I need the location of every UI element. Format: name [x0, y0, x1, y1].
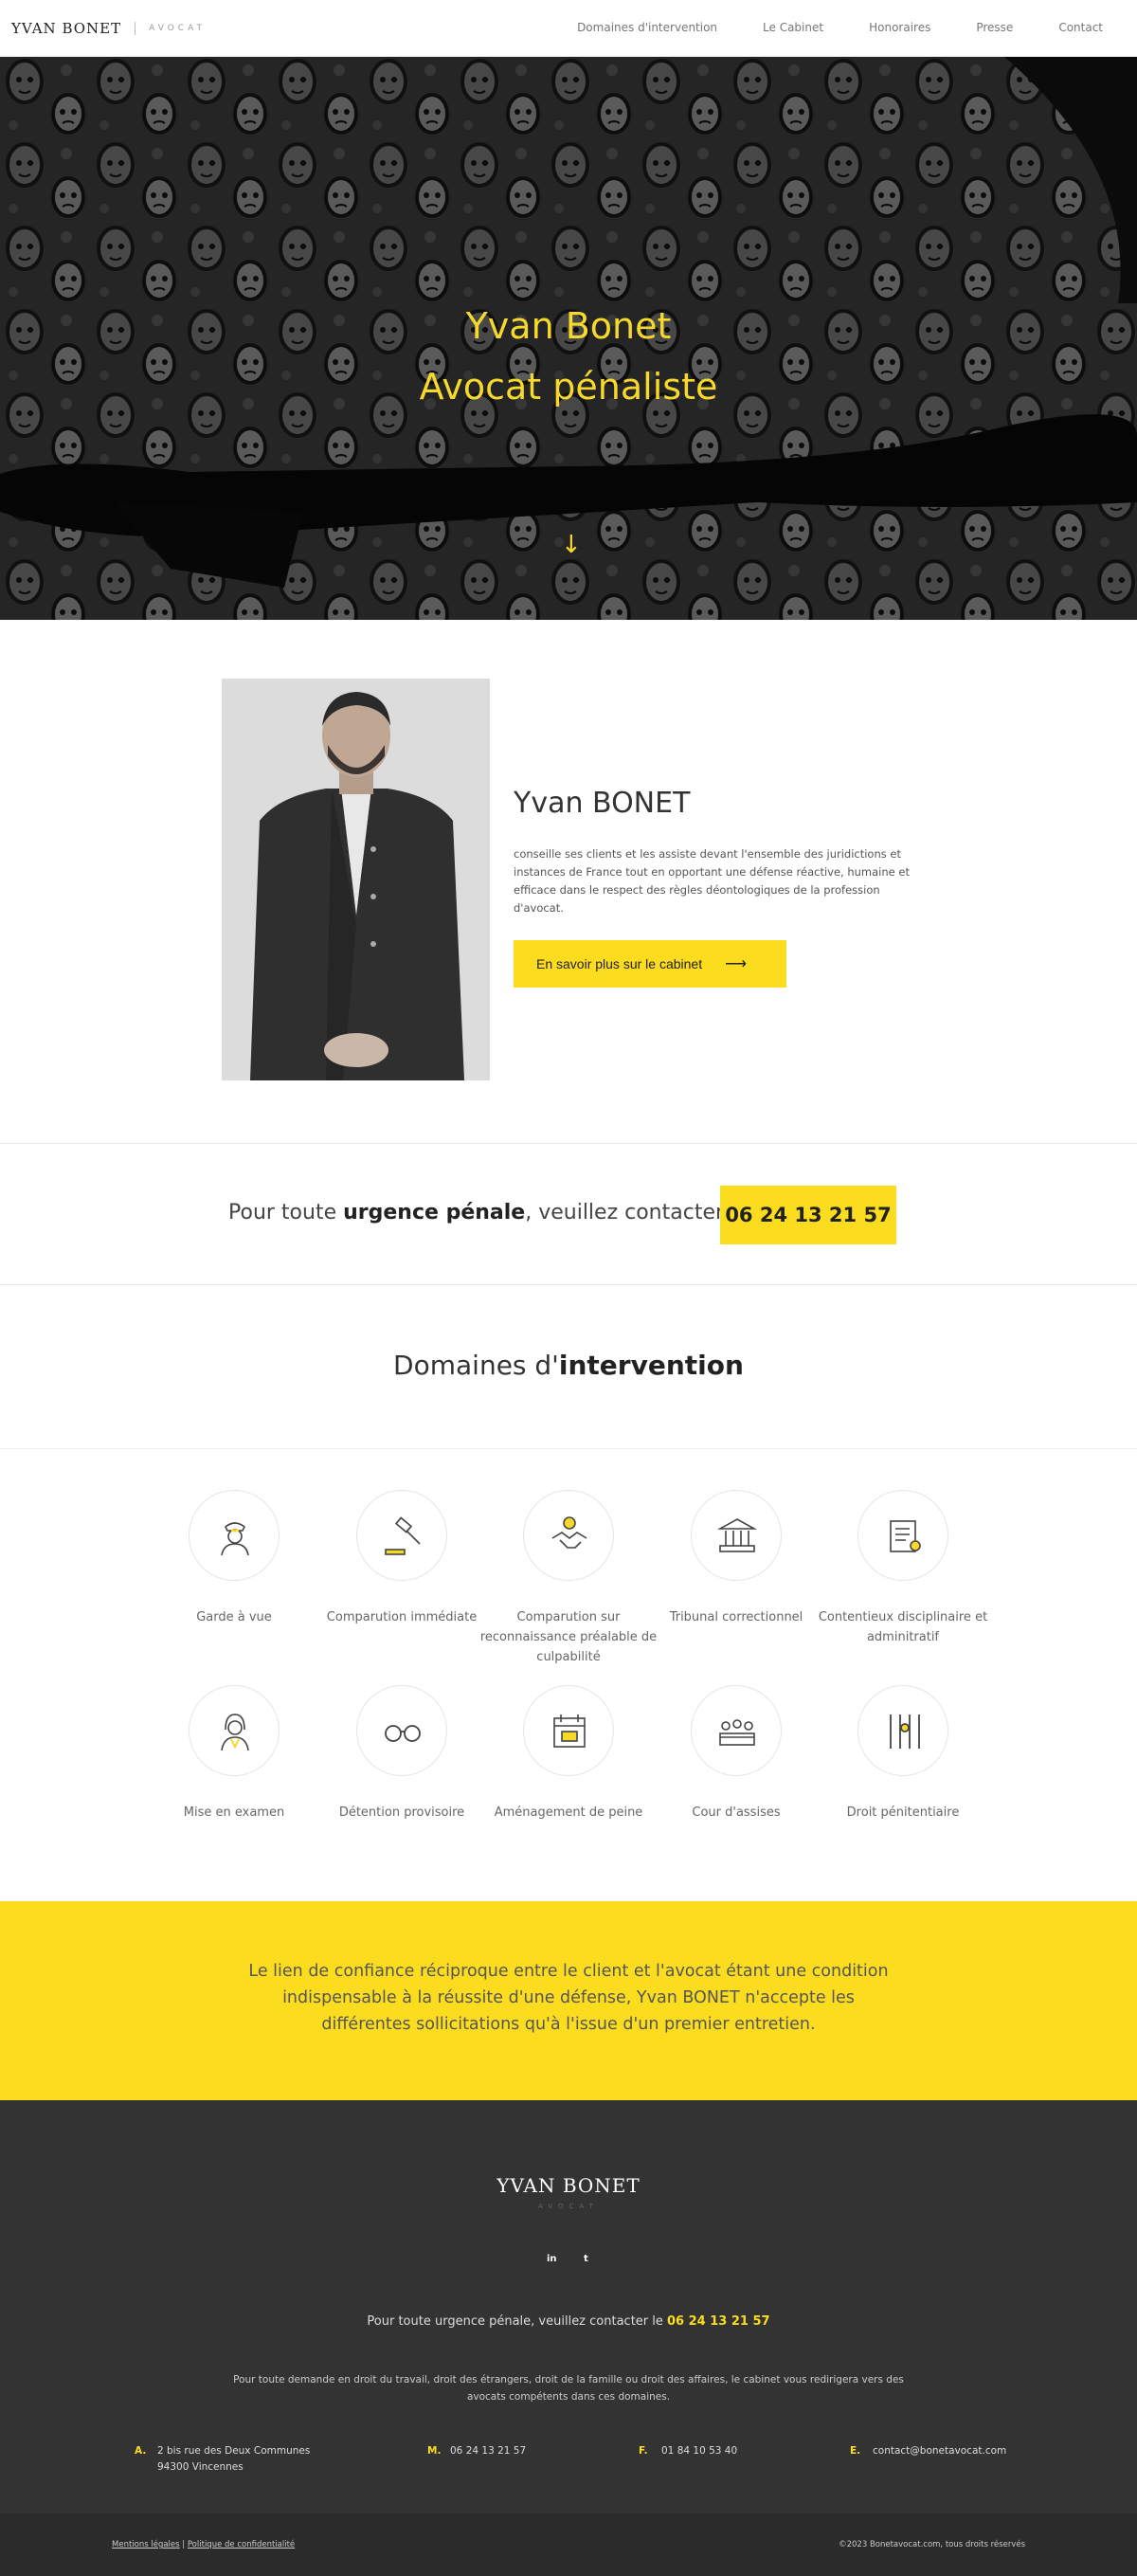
site-footer: YVAN BONET AVOCAT in t Pour toute urgenc…	[0, 2100, 1137, 2513]
domaine-tile[interactable]: Cour d'assises	[641, 1685, 831, 1823]
domaine-tile[interactable]: Mise en examen	[139, 1685, 329, 1823]
domaine-label: Garde à vue	[196, 1610, 272, 1624]
main-nav: Domaines d'intervention Le Cabinet Honor…	[577, 21, 1103, 34]
domaine-tile[interactable]: Comparution sur reconnaissance préalable…	[474, 1490, 663, 1667]
gavel-icon	[356, 1490, 447, 1581]
cabinet-more-button-label: En savoir plus sur le cabinet	[536, 956, 703, 971]
fax-key: F.	[639, 2445, 648, 2457]
logo-subtitle: AVOCAT	[149, 24, 207, 33]
footer-logo-subtitle: AVOCAT	[538, 2203, 599, 2210]
email-address[interactable]: contact@bonetavocat.com	[873, 2443, 1039, 2459]
footer-bottom-bar: Mentions légales | Politique de confiden…	[0, 2513, 1137, 2576]
domaine-tile[interactable]: Tribunal correctionnel	[641, 1490, 831, 1627]
about-description: conseille ses clients et les assiste dev…	[514, 847, 910, 915]
confidence-quote-band: Le lien de confiance réciproque entre le…	[0, 1901, 1137, 2100]
nav-domaines[interactable]: Domaines d'intervention	[577, 21, 717, 34]
site-logo[interactable]: YVAN BONET AVOCAT	[11, 20, 206, 37]
privacy-policy-link[interactable]: Politique de confidentialité	[188, 2540, 295, 2549]
urgence-text: Pour toute urgence pénale, veuillez cont…	[228, 1201, 749, 1225]
logo-name: YVAN BONET	[11, 20, 122, 37]
domaine-tile[interactable]: Aménagement de peine	[474, 1685, 663, 1823]
legal-notice-link[interactable]: Mentions légales	[112, 2540, 180, 2549]
footer-note: Pour toute demande en droit du travail, …	[233, 2374, 904, 2403]
urgence-prefix: Pour toute	[228, 1201, 344, 1225]
footer-urgence: Pour toute urgence pénale, veuillez cont…	[0, 2314, 1137, 2329]
copyright: ©2023 Bonetavocat.com, tous droits réser…	[839, 2540, 1025, 2549]
handshake-icon	[523, 1490, 614, 1581]
twitter-icon[interactable]: t	[584, 2254, 588, 2264]
urgence-suffix: , veuillez contacter le	[525, 1201, 749, 1225]
document-scroll-icon	[857, 1490, 948, 1581]
domaines-title: Domaines d'intervention	[0, 1350, 1137, 1381]
domaine-label: Détention provisoire	[338, 1805, 465, 1820]
urgence-phone-button[interactable]: 06 24 13 21 57	[720, 1186, 896, 1244]
arrow-right-icon: ⟶	[725, 956, 748, 972]
prison-bars-icon	[857, 1685, 948, 1776]
legal-links: Mentions légales | Politique de confiden…	[112, 2540, 295, 2549]
domaine-tile[interactable]: Contentieux disciplinaire et adminitrati…	[808, 1490, 998, 1647]
domaines-divider	[0, 1448, 1137, 1449]
domaine-label: Comparution sur reconnaissance préalable…	[479, 1610, 658, 1664]
domaines-title-bold: intervention	[558, 1350, 744, 1381]
lawyer-icon	[189, 1685, 280, 1776]
footer-address: A. 2 bis rue des Deux Communes 94300 Vin…	[135, 2443, 343, 2476]
about-name: Yvan BONET	[514, 787, 691, 820]
police-officer-icon	[189, 1490, 280, 1581]
email-key: E.	[850, 2445, 861, 2457]
domaine-label: Droit pénitentiaire	[846, 1805, 960, 1820]
footer-fax: F. 01 84 10 53 40	[639, 2443, 790, 2459]
address-key: A.	[135, 2445, 147, 2457]
cabinet-more-button[interactable]: En savoir plus sur le cabinet ⟶	[514, 940, 786, 988]
domaine-label: Cour d'assises	[692, 1805, 781, 1820]
footer-mobile: M. 06 24 13 21 57	[427, 2443, 579, 2459]
mobile-key: M.	[427, 2445, 442, 2457]
urgence-bold: urgence pénale	[343, 1201, 526, 1225]
domaine-label: Tribunal correctionnel	[669, 1610, 803, 1624]
mobile-number[interactable]: 06 24 13 21 57	[450, 2443, 579, 2459]
domaine-tile[interactable]: Comparution immédiate	[307, 1490, 496, 1627]
legal-separator: |	[179, 2540, 188, 2549]
address-line1: 2 bis rue des Deux Communes	[157, 2445, 311, 2457]
address-line2: 94300 Vincennes	[157, 2461, 244, 2473]
confidence-quote: Le lien de confiance réciproque entre le…	[248, 1962, 889, 2034]
domaine-tile[interactable]: Garde à vue	[139, 1490, 329, 1627]
hero-banner: Yvan Bonet Avocat pénaliste ↓	[0, 57, 1137, 620]
domaine-label: Mise en examen	[183, 1805, 285, 1820]
domaine-label: Comparution immédiate	[326, 1610, 478, 1624]
hero-title-name: Yvan Bonet	[465, 305, 672, 347]
urgence-band: Pour toute urgence pénale, veuillez cont…	[0, 1143, 1137, 1285]
scroll-down-arrow-icon[interactable]: ↓	[561, 531, 582, 559]
calendar-icon	[523, 1685, 614, 1776]
jury-icon	[691, 1685, 782, 1776]
lawyer-portrait	[222, 679, 490, 1080]
domaine-tile[interactable]: Droit pénitentiaire	[808, 1685, 998, 1823]
nav-honoraires[interactable]: Honoraires	[869, 21, 930, 34]
nav-presse[interactable]: Presse	[976, 21, 1013, 34]
domaine-label: Contentieux disciplinaire et adminitrati…	[818, 1610, 988, 1644]
nav-cabinet[interactable]: Le Cabinet	[763, 21, 823, 34]
linkedin-icon[interactable]: in	[547, 2254, 557, 2264]
footer-urgence-phone[interactable]: 06 24 13 21 57	[667, 2314, 770, 2329]
courthouse-icon	[691, 1490, 782, 1581]
site-header: YVAN BONET AVOCAT Domaines d'interventio…	[0, 0, 1137, 57]
hero-title-profession: Avocat pénaliste	[419, 366, 718, 408]
footer-email: E. contact@bonetavocat.com	[850, 2443, 1039, 2459]
footer-logo-name[interactable]: YVAN BONET	[0, 2174, 1137, 2197]
handcuffs-icon	[356, 1685, 447, 1776]
domaine-label: Aménagement de peine	[494, 1805, 643, 1820]
fax-number: 01 84 10 53 40	[661, 2445, 738, 2457]
domaines-title-prefix: Domaines d'	[393, 1350, 559, 1381]
footer-urgence-text: Pour toute urgence pénale, veuillez cont…	[367, 2314, 668, 2329]
nav-contact[interactable]: Contact	[1058, 21, 1103, 34]
domaine-tile[interactable]: Détention provisoire	[307, 1685, 496, 1823]
